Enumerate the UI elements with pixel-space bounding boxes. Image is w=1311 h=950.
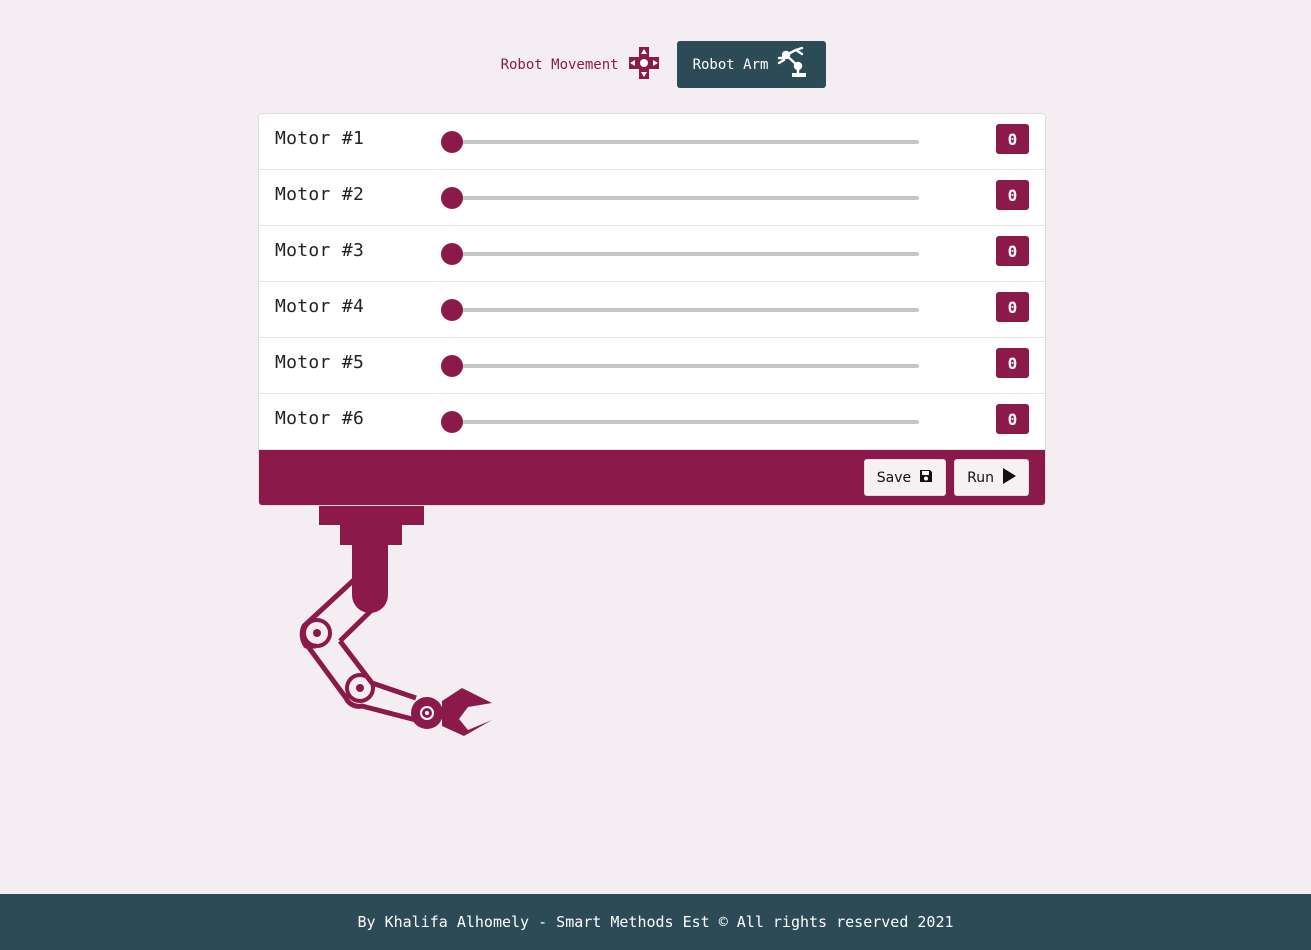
footer-text: By Khalifa Alhomely - Smart Methods Est …	[357, 913, 954, 931]
motor-value-badge: 0	[996, 180, 1029, 210]
action-bar: Save Run	[259, 450, 1045, 505]
motor-row-5: Motor #5 0	[259, 338, 1045, 394]
motor-row-1: Motor #1 0	[259, 114, 1045, 170]
motor-slider-track[interactable]	[451, 140, 919, 144]
tab-robot-arm-label: Robot Arm	[692, 56, 769, 73]
tab-robot-movement-label: Robot Movement	[500, 56, 619, 73]
motor-row-3: Motor #3 0	[259, 226, 1045, 282]
motor-slider-thumb[interactable]	[441, 243, 463, 265]
motor-slider-track[interactable]	[451, 196, 919, 200]
run-button[interactable]: Run	[954, 459, 1029, 496]
dpad-icon	[627, 46, 661, 84]
motor-label: Motor #3	[275, 240, 365, 261]
motor-slider-track[interactable]	[451, 308, 919, 312]
motor-slider-track[interactable]	[451, 252, 919, 256]
motor-control-panel: Motor #1 0 Motor #2 0 Motor #3 0 Motor #…	[258, 113, 1046, 506]
run-button-label: Run	[967, 469, 994, 486]
motor-label: Motor #1	[275, 128, 365, 149]
floppy-disk-icon	[919, 469, 933, 487]
motor-value-badge: 0	[996, 348, 1029, 378]
motor-label: Motor #4	[275, 296, 365, 317]
tab-robot-arm[interactable]: Robot Arm	[676, 41, 827, 88]
play-icon	[1002, 467, 1016, 488]
motor-value-badge: 0	[996, 292, 1029, 322]
motor-row-6: Motor #6 0	[259, 394, 1045, 450]
motor-value-badge: 0	[996, 124, 1029, 154]
tab-robot-movement[interactable]: Robot Movement	[485, 41, 677, 88]
save-button[interactable]: Save	[863, 459, 947, 496]
motor-label: Motor #6	[275, 408, 365, 429]
robot-arm-illustration	[296, 506, 496, 741]
motor-row-2: Motor #2 0	[259, 170, 1045, 226]
motor-label: Motor #2	[275, 184, 365, 205]
page-footer: By Khalifa Alhomely - Smart Methods Est …	[0, 894, 1311, 950]
motor-slider-thumb[interactable]	[441, 299, 463, 321]
motor-slider-thumb[interactable]	[441, 187, 463, 209]
motor-value-badge: 0	[996, 236, 1029, 266]
mode-tabs: Robot Movement Robot Arm	[0, 41, 1311, 88]
motor-slider-track[interactable]	[451, 420, 919, 424]
motor-slider-thumb[interactable]	[441, 131, 463, 153]
motor-value-badge: 0	[996, 404, 1029, 434]
motor-row-4: Motor #4 0	[259, 282, 1045, 338]
motor-slider-thumb[interactable]	[441, 355, 463, 377]
motor-slider-thumb[interactable]	[441, 411, 463, 433]
save-button-label: Save	[876, 469, 912, 486]
motor-label: Motor #5	[275, 352, 365, 373]
robot-arm-icon	[776, 46, 810, 84]
motor-slider-track[interactable]	[451, 364, 919, 368]
